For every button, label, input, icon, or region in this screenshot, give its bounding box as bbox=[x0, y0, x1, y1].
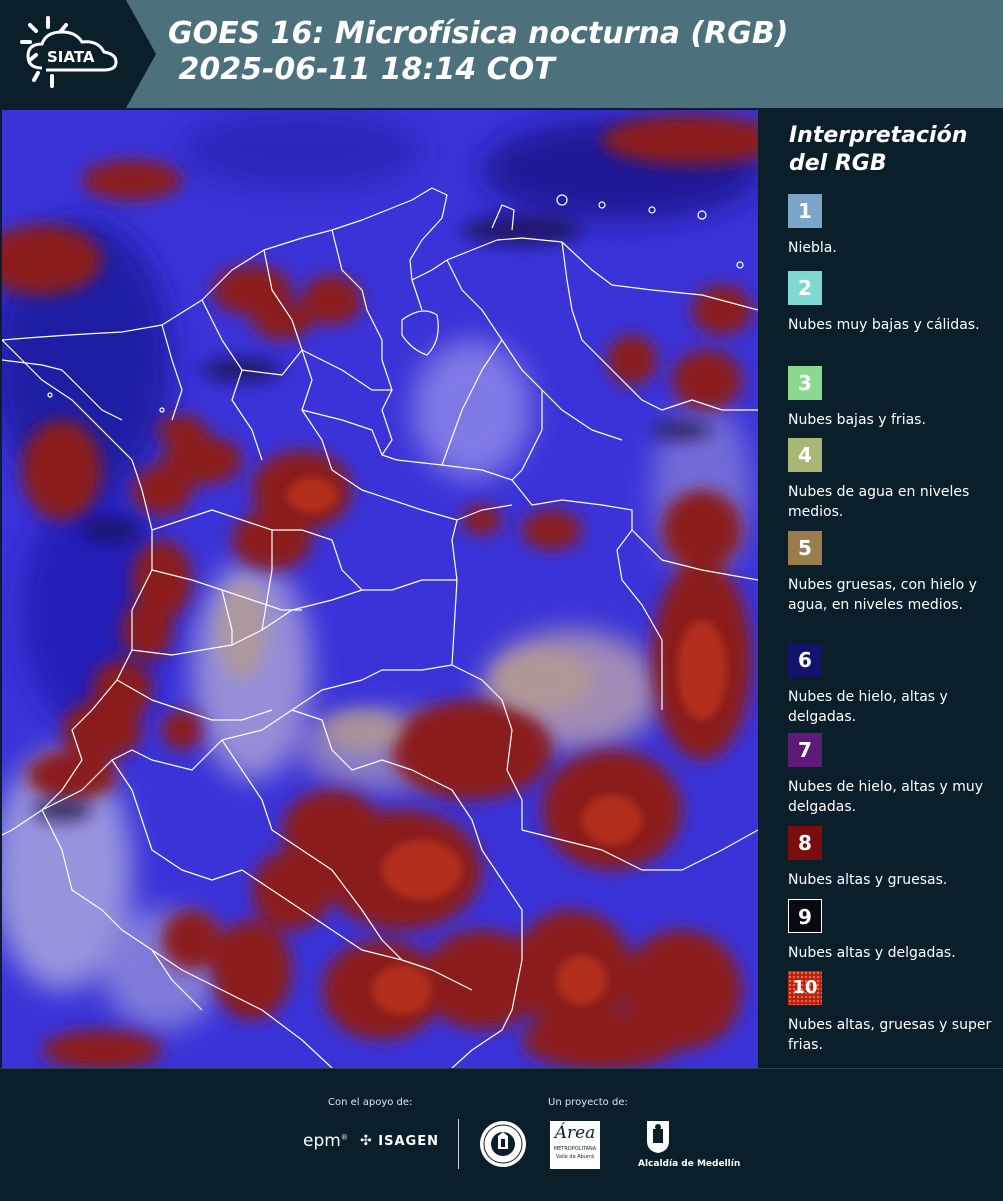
legend-label: Nubes de hielo, altas y muy delgadas. bbox=[788, 779, 984, 815]
logo-text: SIATA bbox=[47, 48, 95, 66]
legend-item-10: 10 Nubes altas, gruesas y super frias. bbox=[788, 971, 998, 1055]
legend-label: Nubes muy bajas y cálidas. bbox=[788, 317, 980, 333]
legend-label: Nubes altas y gruesas. bbox=[788, 872, 948, 888]
legend-swatch: 10 bbox=[788, 971, 822, 1005]
legend-swatch: 1 bbox=[788, 194, 822, 228]
legend-title-line-2: del RGB bbox=[789, 151, 887, 176]
legend-label: Nubes bajas y frias. bbox=[788, 412, 926, 428]
legend-swatch: 3 bbox=[788, 366, 822, 400]
epm-logo: epm® bbox=[303, 1131, 348, 1151]
legend-label: Nubes de hielo, altas y delgadas. bbox=[788, 689, 948, 725]
isagen-icon: ✣ bbox=[360, 1133, 373, 1149]
legend-title: Interpretación del RGB bbox=[789, 122, 989, 178]
epm-logo-text: epm bbox=[303, 1131, 341, 1151]
area-logo-subtitle: METROPOLITANA bbox=[553, 1146, 597, 1152]
legend-swatch: 9 bbox=[788, 899, 822, 933]
siata-logo: SIATA bbox=[0, 0, 156, 108]
legend-item-7: 7 Nubes de hielo, altas y muy delgadas. bbox=[788, 733, 998, 817]
isagen-logo: ✣ ISAGEN bbox=[360, 1133, 439, 1149]
legend-item-3: 3 Nubes bajas y frias. bbox=[788, 366, 998, 430]
legend-label: Nubes de agua en niveles medios. bbox=[788, 484, 970, 520]
legend-title-line-1: Interpretación bbox=[789, 123, 968, 148]
footer: Con el apoyo de: Un proyecto de: epm® ✣ … bbox=[0, 1068, 1003, 1201]
legend-swatch: 8 bbox=[788, 826, 822, 860]
area-logo-region: Valle de Aburrá bbox=[555, 1154, 595, 1160]
title-line-2: 2025-06-11 18:14 COT bbox=[168, 52, 555, 87]
legend-item-5: 5 Nubes gruesas, con hielo y agua, en ni… bbox=[788, 531, 998, 615]
legend-item-9: 9 Nubes altas y delgadas. bbox=[788, 899, 998, 963]
isagen-logo-text: ISAGEN bbox=[378, 1134, 439, 1149]
medellin-logo-text: Alcaldía de Medellín bbox=[638, 1159, 741, 1169]
project-label: Un proyecto de: bbox=[548, 1097, 628, 1108]
university-seal-icon bbox=[480, 1121, 526, 1167]
legend-label: Nubes altas, gruesas y super frias. bbox=[788, 1017, 992, 1053]
footer-divider bbox=[458, 1119, 459, 1169]
legend-item-4: 4 Nubes de agua en niveles medios. bbox=[788, 438, 998, 522]
legend-swatch: 6 bbox=[788, 643, 822, 677]
area-metropolitana-logo: Área METROPOLITANA Valle de Aburrá bbox=[550, 1121, 600, 1169]
legend-panel: Interpretación del RGB 1 Niebla. 2 Nubes… bbox=[760, 110, 1003, 1068]
legend-item-2: 2 Nubes muy bajas y cálidas. bbox=[788, 271, 998, 335]
page-title: GOES 16: Microfísica nocturna (RGB) 2025… bbox=[168, 16, 788, 88]
legend-item-1: 1 Niebla. bbox=[788, 194, 998, 258]
support-label: Con el apoyo de: bbox=[328, 1097, 413, 1108]
legend-label: Niebla. bbox=[788, 240, 837, 256]
title-line-1: GOES 16: Microfísica nocturna (RGB) bbox=[168, 16, 789, 51]
header-bar: SIATA GOES 16: Microfísica nocturna (RGB… bbox=[0, 0, 1003, 108]
legend-swatch: 2 bbox=[788, 271, 822, 305]
legend-swatch: 5 bbox=[788, 531, 822, 565]
legend-item-8: 8 Nubes altas y gruesas. bbox=[788, 826, 998, 890]
legend-label: Nubes gruesas, con hielo y agua, en nive… bbox=[788, 577, 977, 613]
legend-item-6: 6 Nubes de hielo, altas y delgadas. bbox=[788, 643, 998, 727]
medellin-shield-icon bbox=[647, 1121, 669, 1153]
area-logo-text: Área bbox=[554, 1123, 596, 1143]
legend-swatch: 7 bbox=[788, 733, 822, 767]
legend-label: Nubes altas y delgadas. bbox=[788, 945, 956, 961]
satellite-map[interactable] bbox=[2, 110, 758, 1068]
legend-swatch: 4 bbox=[788, 438, 822, 472]
